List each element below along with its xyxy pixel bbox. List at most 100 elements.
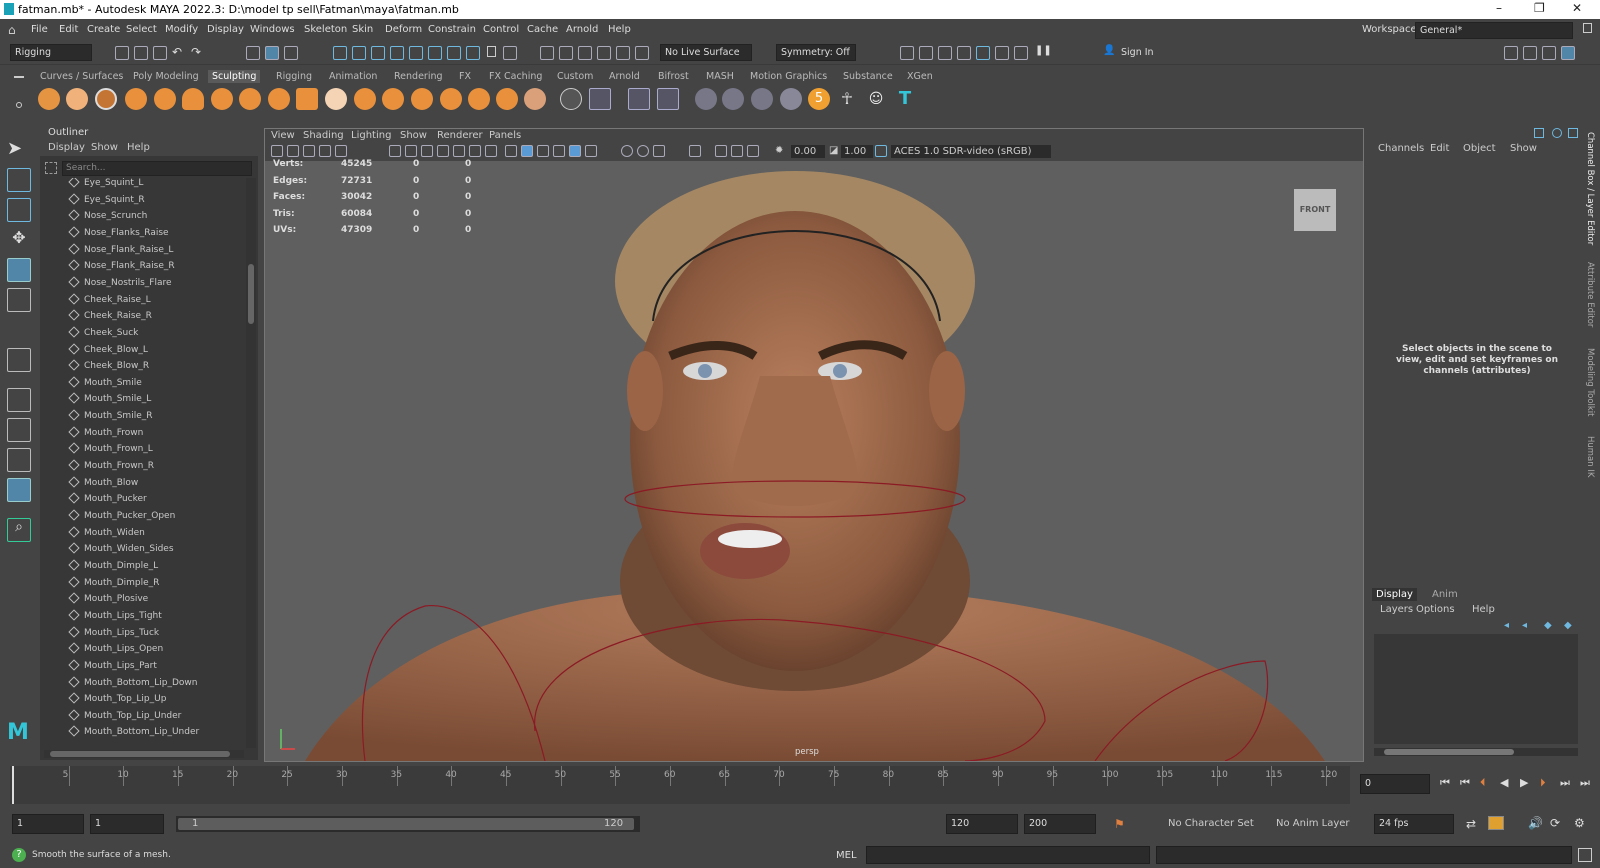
outliner-item[interactable]: Cheek_Blow_L (68, 342, 148, 361)
undo-icon[interactable]: ↶ (172, 45, 182, 59)
outliner-item[interactable]: Cheek_Suck (68, 326, 138, 344)
outliner-item[interactable]: Mouth_Lips_Open (68, 642, 163, 660)
shelf-tab-sculpting[interactable]: Sculpting (208, 70, 261, 83)
count-five-icon[interactable]: 5 (808, 88, 830, 110)
safe-title-icon[interactable] (485, 145, 497, 157)
history-icon[interactable] (447, 46, 461, 60)
shelf-tab-mash[interactable]: MASH (706, 71, 734, 82)
channelbox-panel-icon-2[interactable] (1552, 128, 1562, 138)
cache-toggle-icon[interactable] (1488, 816, 1504, 830)
xray-joints-icon[interactable] (747, 145, 759, 157)
xray-active-icon[interactable] (731, 145, 743, 157)
convert-to-frozen-icon[interactable] (560, 88, 582, 110)
command-line-input[interactable] (866, 846, 1150, 864)
default-material-icon[interactable] (537, 145, 549, 157)
auto-key-icon[interactable]: ⚑ (1114, 817, 1125, 831)
script-editor-icon[interactable] (1578, 848, 1592, 862)
menu-skeleton[interactable]: Skeleton (304, 24, 347, 35)
sculpt-tool-icon[interactable] (38, 88, 60, 110)
move-tool-icon[interactable]: ✥ (7, 228, 31, 252)
gate-mask-icon[interactable] (437, 145, 449, 157)
snap-grid-icon[interactable] (333, 46, 347, 60)
view-cube[interactable]: FRONT (1294, 189, 1336, 231)
amplify-tool-icon[interactable] (496, 88, 518, 110)
flatten-tool-icon[interactable] (182, 88, 204, 110)
outliner-menu-help[interactable]: Help (127, 142, 150, 153)
resolution-gate-icon[interactable] (421, 145, 433, 157)
step-forward-frame-icon[interactable]: ⏵ (1540, 776, 1546, 790)
channelbox-panel-icon-3[interactable] (1568, 128, 1578, 138)
mesh-display-icon[interactable] (628, 88, 650, 110)
vtab-modeling-toolkit[interactable]: Modeling Toolkit (1585, 348, 1595, 417)
stamp-icon[interactable] (780, 88, 802, 110)
render-sequence-icon[interactable] (559, 46, 573, 60)
panel-layout-icon-3[interactable] (938, 46, 952, 60)
redo-icon[interactable]: ↷ (191, 45, 201, 59)
image-plane-icon[interactable] (319, 145, 331, 157)
select-tool-icon[interactable]: ➤ (7, 138, 31, 162)
menu-windows[interactable]: Windows (250, 24, 295, 35)
outliner-item[interactable]: Mouth_Lips_Tuck (68, 625, 159, 644)
outliner-menu-display[interactable]: Display (48, 142, 85, 153)
playback-end-field[interactable]: 120 (946, 814, 1018, 834)
padlock-icon[interactable] (487, 46, 496, 57)
shelf-tab-arnold[interactable]: Arnold (609, 71, 640, 82)
go-to-end-icon[interactable]: ⏭ (1580, 776, 1590, 790)
outliner-item[interactable]: Mouth_Lips_Part (68, 659, 157, 677)
step-forward-key-icon[interactable]: ⏭ (1560, 776, 1570, 790)
sign-in-button[interactable]: Sign In (1116, 44, 1202, 61)
fps-dropdown[interactable]: 24 fps (1374, 814, 1454, 834)
range-slider-handle[interactable]: 1 120 (178, 818, 634, 830)
search-icon[interactable]: ⌕ (7, 518, 31, 542)
channelbox-menu-show[interactable]: Show (1510, 143, 1537, 154)
outliner-h-scrollbar[interactable] (44, 750, 244, 758)
single-perspective-icon[interactable] (7, 388, 31, 412)
skull-icon[interactable]: ☺ (865, 88, 887, 110)
menu-create[interactable]: Create (87, 24, 120, 35)
uv-toolkit-icon[interactable] (722, 88, 744, 110)
channelbox-menu-channels[interactable]: Channels (1378, 143, 1424, 154)
spray-tool-icon[interactable] (239, 88, 261, 110)
anim-layer-dropdown[interactable]: No Anim Layer (1276, 818, 1350, 829)
shelf-tab-fx[interactable]: FX (459, 71, 471, 82)
bulge-tool-icon[interactable] (468, 88, 490, 110)
outliner-item[interactable]: Mouth_Frown_R (68, 459, 154, 477)
step-back-frame-icon[interactable]: ⏴ (1480, 776, 1486, 790)
shadows-icon[interactable] (621, 145, 633, 157)
panel-layout-icon-4[interactable] (957, 46, 971, 60)
shelf-tab-bifrost[interactable]: Bifrost (658, 71, 689, 82)
scene-end-field[interactable]: 200 (1024, 814, 1096, 834)
outliner-item[interactable]: Mouth_Bottom_Lip_Under (68, 725, 199, 743)
layer-menu-help[interactable]: Help (1472, 604, 1495, 615)
outliner-layout-icon[interactable] (7, 478, 31, 502)
tool-settings-toggle-icon[interactable] (1542, 46, 1556, 60)
freeze-tool-icon[interactable] (524, 88, 546, 110)
shelf-tab-curves[interactable]: Curves / Surfaces (40, 71, 123, 82)
layer-move-up-icon[interactable]: ◂ (1504, 620, 1509, 631)
pause-icon[interactable]: ❚❚ (1035, 45, 1052, 56)
viewport-menu-panels[interactable]: Panels (489, 130, 521, 141)
outliner-item[interactable]: Nose_Nostrils_Flare (68, 276, 172, 294)
vtab-attribute-editor[interactable]: Attribute Editor (1585, 262, 1595, 327)
scrape-tool-icon[interactable] (354, 88, 376, 110)
snap-curve-icon[interactable] (352, 46, 366, 60)
lasso-tool-icon[interactable] (7, 168, 31, 192)
panel-layout-icon-1[interactable] (900, 46, 914, 60)
figure-icon[interactable]: ☥ (836, 88, 858, 110)
menu-constrain[interactable]: Constrain (428, 24, 476, 35)
knife-tool-icon[interactable] (411, 88, 433, 110)
outliner-item[interactable]: Mouth_Lips_Tight (68, 609, 162, 627)
shelf-tab-custom[interactable]: Custom (557, 71, 593, 82)
antialiasing-icon[interactable] (653, 145, 665, 157)
construction-history-icon[interactable] (503, 46, 517, 60)
relax-tool-icon[interactable] (95, 88, 117, 110)
viewport-panel[interactable]: View Shading Lighting Show Renderer Pane… (264, 128, 1364, 762)
shelf-tab-rigging[interactable]: Rigging (276, 71, 312, 82)
new-scene-icon[interactable] (115, 46, 129, 60)
exposure-field[interactable]: 0.00 (791, 145, 825, 158)
viewport-menu-lighting[interactable]: Lighting (351, 130, 391, 141)
select-camera-icon[interactable] (271, 145, 283, 157)
minimize-button[interactable]: – (1496, 1, 1502, 15)
lock-icon[interactable] (1583, 23, 1592, 33)
layer-menu-layers[interactable]: Layers (1380, 604, 1413, 615)
